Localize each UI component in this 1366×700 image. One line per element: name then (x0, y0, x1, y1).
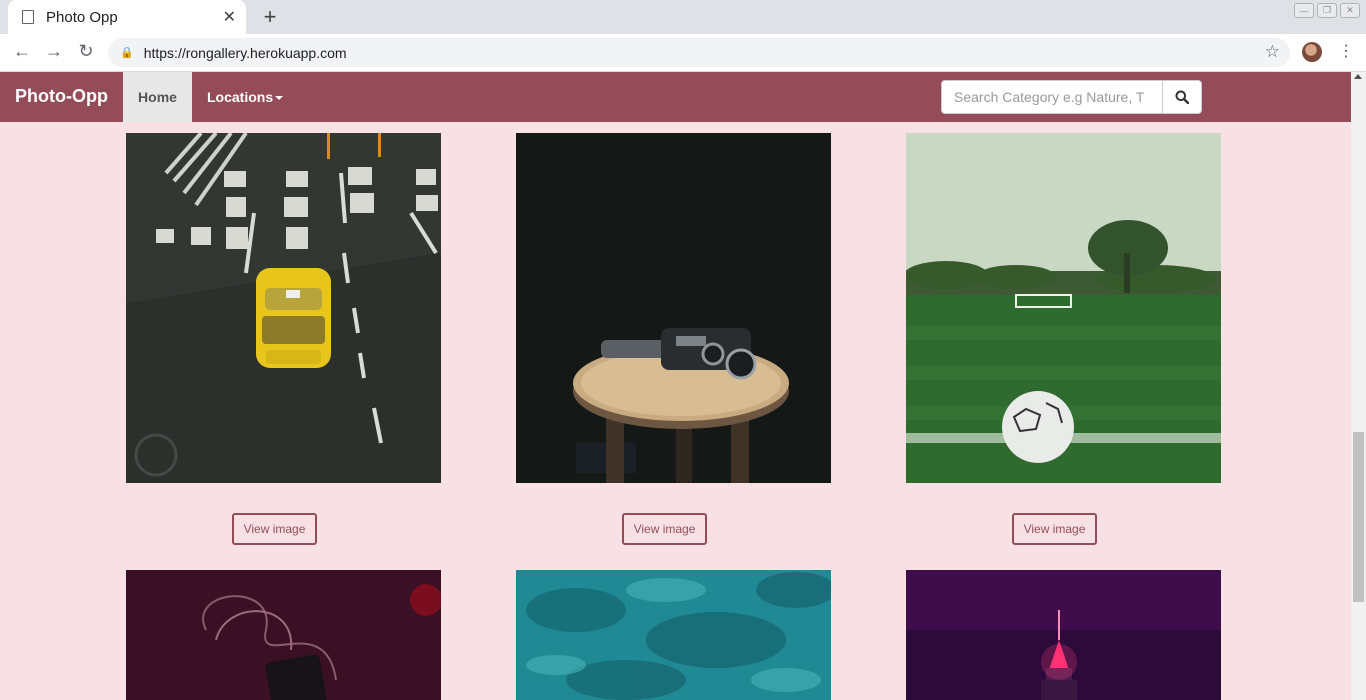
gallery-image-taxi (126, 133, 441, 483)
nav-locations-dropdown[interactable]: Locations (207, 89, 284, 105)
reload-icon[interactable]: ↻ (74, 41, 98, 62)
view-image-button-1[interactable]: View image (232, 513, 317, 545)
bookmark-star-icon[interactable]: ☆ (1265, 42, 1280, 62)
nav-home[interactable]: Home (123, 72, 192, 122)
gallery-image-ocean (516, 570, 831, 700)
nav-locations-label: Locations (207, 89, 274, 105)
profile-avatar[interactable] (1302, 42, 1322, 62)
url-text[interactable]: https://rongallery.herokuapp.com (144, 45, 347, 61)
search-icon (1175, 90, 1189, 104)
window-controls: — ❐ ✕ (1294, 3, 1360, 18)
search-form (941, 80, 1202, 114)
brand-logo[interactable]: Photo-Opp (15, 86, 108, 107)
lock-icon: 🔒 (120, 47, 134, 59)
minimize-icon[interactable]: — (1294, 3, 1314, 18)
caret-down-icon (275, 96, 284, 101)
scroll-up-arrow-icon[interactable] (1354, 74, 1362, 79)
browser-menu-icon[interactable]: ⋮ (1338, 42, 1354, 62)
gallery-image-camera (516, 133, 831, 483)
scroll-thumb[interactable] (1353, 432, 1364, 602)
view-image-button-2[interactable]: View image (622, 513, 707, 545)
window-close-icon[interactable]: ✕ (1340, 3, 1360, 18)
browser-toolbar: ← → ↻ 🔒 https://rongallery.herokuapp.com… (0, 34, 1366, 72)
search-input[interactable] (941, 80, 1163, 114)
search-button[interactable] (1163, 80, 1202, 114)
site-navbar: Photo-Opp Home Locations (0, 72, 1351, 122)
address-bar[interactable]: 🔒 https://rongallery.herokuapp.com ☆ (108, 38, 1290, 67)
gallery-image-soccer (906, 133, 1221, 483)
forward-icon[interactable]: → (42, 41, 66, 62)
restore-icon[interactable]: ❐ (1317, 3, 1337, 18)
view-image-button-3[interactable]: View image (1012, 513, 1097, 545)
tab-title: Photo Opp (46, 8, 118, 26)
browser-tabstrip: Photo Opp ✕ + — ❐ ✕ (0, 0, 1366, 34)
tab-close-icon[interactable]: ✕ (223, 7, 236, 27)
browser-tab[interactable]: Photo Opp ✕ (8, 0, 246, 34)
gallery-image-skyscraper (906, 570, 1221, 700)
page-icon (22, 10, 34, 24)
gallery-image-phone (126, 570, 441, 700)
new-tab-button[interactable]: + (258, 4, 282, 30)
page-scrollbar[interactable] (1351, 72, 1366, 700)
nav-home-label: Home (138, 89, 177, 105)
back-icon[interactable]: ← (10, 41, 34, 62)
